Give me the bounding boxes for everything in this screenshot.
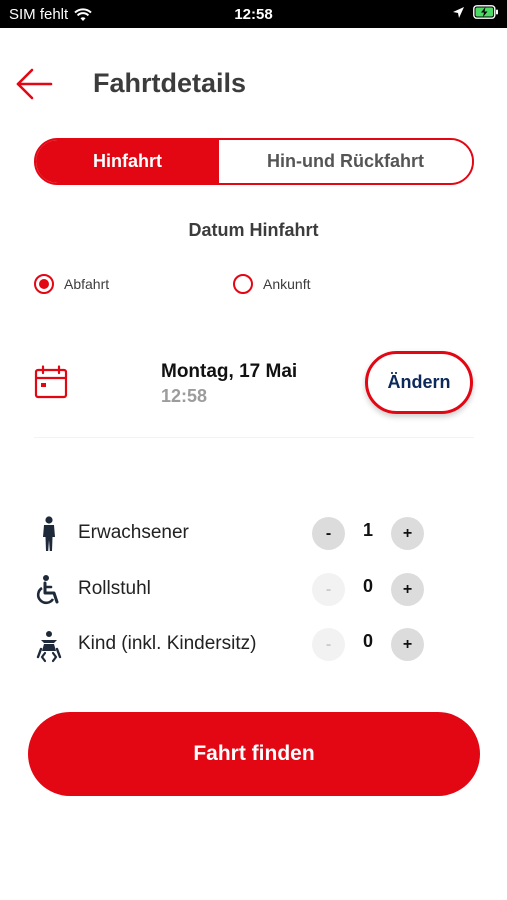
calendar-icon	[34, 365, 68, 399]
passenger-row-wheelchair: Rollstuhl - 0 +	[0, 568, 507, 612]
increment-wheelchair-button[interactable]: +	[391, 573, 424, 606]
back-button[interactable]	[14, 64, 54, 104]
increment-child-button[interactable]: +	[391, 628, 424, 661]
status-time: 12:58	[234, 6, 273, 23]
arrow-left-icon	[16, 68, 53, 100]
decrement-child-button[interactable]: -	[312, 628, 345, 661]
selected-date: Montag, 17 Mai	[161, 361, 298, 382]
page-header: Fahrtdetails	[0, 60, 507, 110]
location-arrow-icon	[453, 6, 464, 18]
radio-arrival-label: Ankunft	[263, 276, 311, 292]
change-date-button[interactable]: Ändern	[365, 351, 473, 414]
page-title: Fahrtdetails	[93, 68, 247, 98]
tab-round-trip[interactable]: Hin-und Rückfahrt	[219, 140, 472, 183]
passenger-row-child: Kind (inkl. Kindersitz) - 0 +	[0, 623, 507, 667]
increment-adult-button[interactable]: +	[391, 517, 424, 550]
find-trip-button[interactable]: Fahrt finden	[28, 712, 480, 796]
passenger-label: Erwachsener	[78, 522, 189, 543]
decrement-wheelchair-button[interactable]: -	[312, 573, 345, 606]
tab-one-way[interactable]: Hinfahrt	[36, 140, 219, 183]
wheelchair-count: 0	[362, 576, 373, 596]
child-seat-icon	[36, 631, 62, 663]
adult-count: 1	[362, 520, 373, 540]
child-count: 0	[362, 631, 373, 651]
passenger-label: Kind (inkl. Kindersitz)	[78, 633, 257, 654]
status-bar: SIM fehlt 12:58	[0, 0, 507, 28]
divider	[34, 437, 474, 438]
battery-charging-icon	[473, 5, 498, 19]
radio-arrival[interactable]: Ankunft	[233, 274, 310, 294]
adult-person-icon	[43, 516, 55, 551]
decrement-adult-button[interactable]: -	[312, 517, 345, 550]
trip-type-toggle: Hinfahrt Hin-und Rückfahrt	[34, 138, 474, 185]
status-right	[452, 5, 499, 19]
radio-departure[interactable]: Abfahrt	[34, 274, 109, 294]
passenger-row-adult: Erwachsener - 1 +	[0, 512, 507, 556]
radio-checked-icon	[34, 274, 54, 294]
date-section-title: Datum Hinfahrt	[188, 220, 319, 240]
radio-unchecked-icon	[233, 274, 253, 294]
radio-departure-label: Abfahrt	[64, 276, 110, 292]
wheelchair-icon	[36, 575, 59, 605]
selected-time: 12:58	[161, 386, 208, 406]
passenger-label: Rollstuhl	[78, 578, 151, 599]
